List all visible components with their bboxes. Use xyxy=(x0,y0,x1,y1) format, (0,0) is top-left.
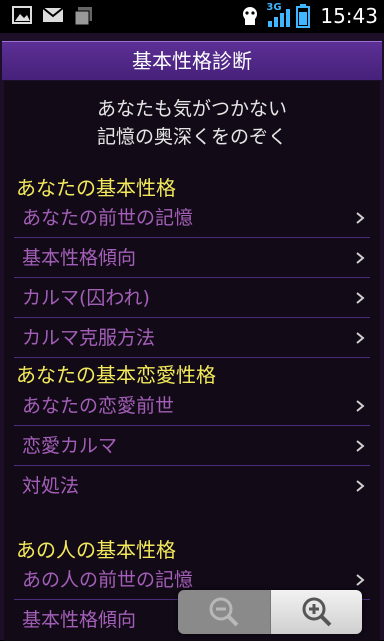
battery-icon xyxy=(296,4,311,28)
intro-line-2: 記憶の奥深くをのぞく xyxy=(96,126,287,148)
chevron-right-icon xyxy=(356,574,365,586)
app-container: 基本性格診断 あなたも気がつかない 記憶の奥深くをのぞく あなたの基本性格 あな… xyxy=(0,33,384,641)
section-header-basic-love-personality: あなたの基本恋愛性格 xyxy=(16,363,216,387)
chevron-right-icon xyxy=(356,292,365,304)
chevron-right-icon xyxy=(356,480,365,492)
list-item[interactable]: カルマ克服方法 xyxy=(14,319,370,358)
chevron-right-icon xyxy=(356,440,365,452)
section-header-basic-personality: あなたの基本性格 xyxy=(16,176,176,200)
list-item[interactable]: あなたの前世の記憶 xyxy=(14,199,370,238)
notification-icons xyxy=(12,6,94,26)
clock: 15:43 xyxy=(320,4,378,28)
chevron-right-icon xyxy=(356,400,365,412)
list-item[interactable]: 対処法 xyxy=(14,467,370,505)
list-item-label: カルマ(囚われ) xyxy=(22,287,150,309)
signal-icon: 3G xyxy=(266,2,291,28)
content-panel[interactable]: あなたも気がつかない 記憶の奥深くをのぞく あなたの基本性格 あなたの前世の記憶… xyxy=(4,81,380,641)
list-item-label: 恋愛カルマ xyxy=(22,435,118,457)
list-item[interactable]: カルマ(囚われ) xyxy=(14,279,370,318)
zoom-in-button[interactable] xyxy=(269,590,362,634)
list-item[interactable]: 基本性格傾向 xyxy=(14,239,370,278)
page-title: 基本性格診断 xyxy=(2,41,382,80)
zoom-in-icon xyxy=(302,597,331,627)
chevron-right-icon xyxy=(356,212,365,224)
section-header-partner-personality: あの人の基本性格 xyxy=(16,538,176,562)
list-item-label: 対処法 xyxy=(22,475,80,497)
list-item-label: カルマ克服方法 xyxy=(22,327,156,349)
chevron-right-icon xyxy=(356,252,365,264)
list-item-label: 基本性格傾向 xyxy=(22,609,137,631)
intro-text: あなたも気がつかない 記憶の奥深くをのぞく xyxy=(4,95,380,151)
mail-icon xyxy=(42,7,64,22)
chevron-right-icon xyxy=(356,332,365,344)
list-item-label: あなたの恋愛前世 xyxy=(22,395,175,417)
android-icon xyxy=(243,7,258,25)
system-icons: 3G 15:43 xyxy=(240,2,378,28)
intro-line-1: あなたも気がつかない xyxy=(96,98,287,120)
list-item[interactable]: あなたの恋愛前世 xyxy=(14,387,370,426)
list-item[interactable]: 恋愛カルマ xyxy=(14,427,370,466)
zoom-out-icon xyxy=(209,597,239,627)
zoom-control xyxy=(178,590,362,634)
status-bar: 3G 15:43 xyxy=(0,0,384,33)
image-icon xyxy=(12,6,32,24)
list-item-label: 基本性格傾向 xyxy=(22,247,137,269)
zoom-out-button[interactable] xyxy=(178,590,270,634)
list-item-label: あの人の前世の記憶 xyxy=(22,569,194,591)
list-item-label: あなたの前世の記憶 xyxy=(22,207,194,229)
notes-icon xyxy=(74,7,92,26)
